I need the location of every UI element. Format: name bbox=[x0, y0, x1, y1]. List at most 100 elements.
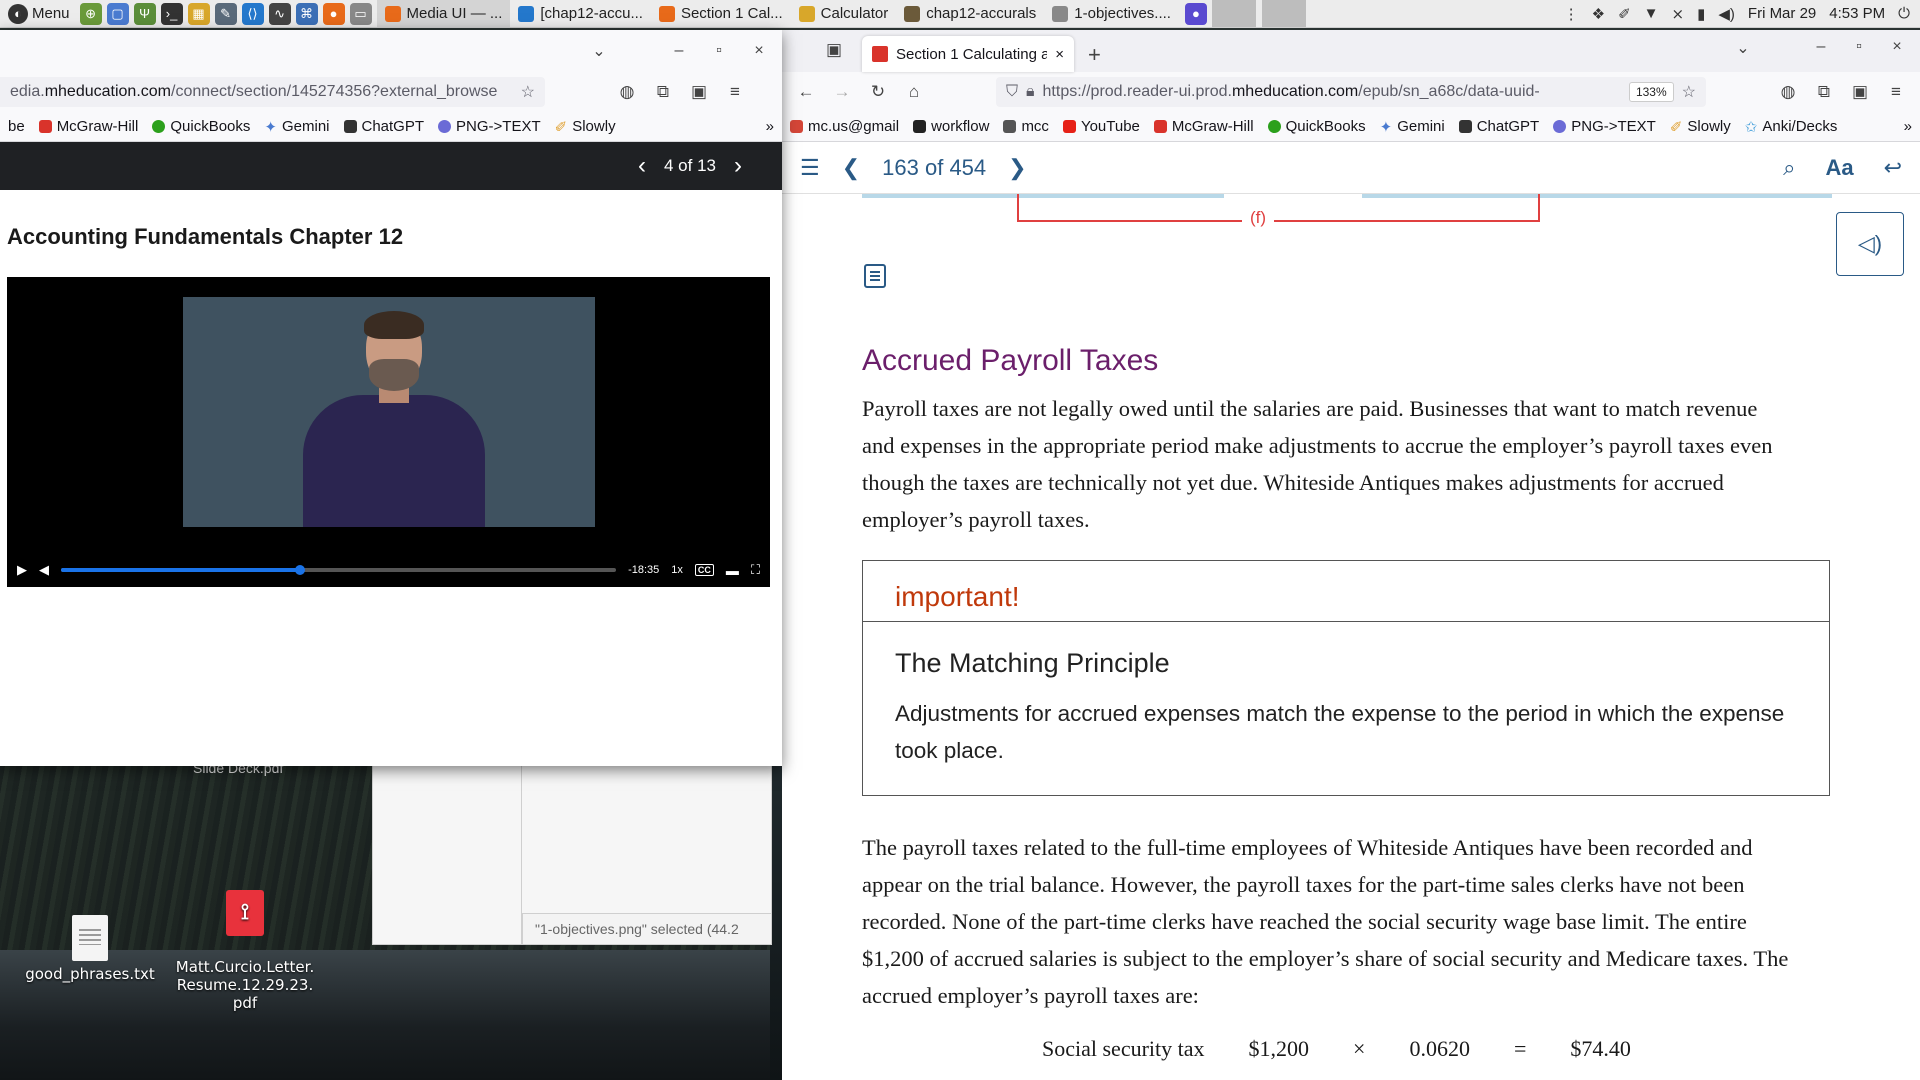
minimize-button[interactable]: – bbox=[1804, 38, 1838, 58]
terminal-icon[interactable]: ›_ bbox=[160, 2, 183, 25]
bookmark-anki[interactable]: ✩ Anki/Decks bbox=[1745, 118, 1838, 136]
bookmark-mcgraw-hill[interactable]: McGraw-Hill bbox=[38, 118, 138, 135]
note-icon[interactable] bbox=[864, 264, 886, 288]
video-player[interactable]: ▶ ◀ -18:35 1x CC ▬ ⛶ bbox=[7, 277, 770, 587]
return-icon[interactable]: ↩ bbox=[1884, 155, 1902, 181]
extension-icon[interactable]: ◍ bbox=[613, 82, 641, 102]
back-icon[interactable]: ← bbox=[792, 82, 820, 102]
new-tab-button[interactable]: + bbox=[1088, 42, 1101, 68]
next-page-icon[interactable]: ❯ bbox=[1008, 155, 1026, 181]
system-monitor-icon[interactable]: ∿ bbox=[268, 2, 291, 25]
workspace-switcher-1[interactable] bbox=[1211, 0, 1256, 27]
previous-slide-icon[interactable]: ‹ bbox=[638, 152, 646, 180]
closed-captions-button[interactable]: CC bbox=[694, 564, 714, 576]
launcher-window-icon[interactable]: ▢ bbox=[106, 2, 129, 25]
bluetooth-off-icon[interactable]: ⨯ bbox=[1672, 5, 1685, 23]
bookmark-png-text[interactable]: PNG->TEXT bbox=[438, 118, 541, 135]
pen-icon[interactable]: ✐ bbox=[1618, 5, 1631, 23]
bookmark-youtube[interactable]: YouTube bbox=[1062, 118, 1140, 135]
puzzle-icon[interactable]: ⧉ bbox=[1810, 82, 1838, 102]
launcher-app-icon[interactable]: Ψ bbox=[133, 2, 156, 25]
clock-time[interactable]: 4:53 PM bbox=[1829, 5, 1885, 22]
volume-icon[interactable]: ◀) bbox=[1718, 5, 1735, 23]
extension-badge-icon[interactable]: ▣ bbox=[685, 82, 713, 102]
list-tabs-icon[interactable]: ⌄ bbox=[582, 41, 616, 61]
bookmark-star-icon[interactable]: ☆ bbox=[521, 82, 535, 102]
taskbar-button-section-1[interactable]: Section 1 Cal... bbox=[651, 0, 791, 27]
workspace-switcher-2[interactable] bbox=[1261, 0, 1306, 27]
desktop-icon-resume-pdf[interactable]: ⟟ Matt.Curcio.Letter. Resume.12.29.23. p… bbox=[175, 872, 315, 1012]
close-tab-icon[interactable]: × bbox=[1055, 46, 1064, 63]
volume-icon[interactable]: ◀ bbox=[39, 562, 49, 578]
minimize-button[interactable]: – bbox=[662, 42, 696, 60]
left-url-bar[interactable]: edia.mheducation.com/connect/section/145… bbox=[0, 77, 545, 107]
taskbar-button-chap12-accurals[interactable]: chap12-accurals bbox=[896, 0, 1044, 27]
files-icon[interactable]: ▭ bbox=[349, 2, 372, 25]
calculator-icon[interactable]: ▦ bbox=[187, 2, 210, 25]
zoom-level-badge[interactable]: 133% bbox=[1628, 82, 1674, 102]
puzzle-icon[interactable]: ⧉ bbox=[649, 82, 677, 102]
close-window-button[interactable]: × bbox=[1880, 38, 1914, 58]
search-icon[interactable]: ⌕ bbox=[1783, 155, 1795, 181]
taskbar-button-calculator[interactable]: Calculator bbox=[791, 0, 897, 27]
more-icon[interactable]: ⋮ bbox=[1564, 5, 1579, 23]
taskbar-button-media-ui[interactable]: Media UI — ... bbox=[376, 0, 511, 27]
bookmark-chatgpt[interactable]: ChatGPT bbox=[1458, 118, 1539, 135]
next-slide-icon[interactable]: › bbox=[734, 152, 742, 180]
workspace-thumb-icon[interactable]: ● bbox=[1184, 2, 1207, 25]
font-settings-button[interactable]: Aa bbox=[1825, 155, 1853, 181]
desktop-icon-good-phrases[interactable]: good_phrases.txt bbox=[20, 915, 160, 983]
extension-badge-icon[interactable]: ▣ bbox=[1846, 82, 1874, 102]
bookmark-png-text[interactable]: PNG->TEXT bbox=[1553, 118, 1656, 135]
video-frame[interactable] bbox=[183, 297, 595, 527]
power-icon[interactable]: ⏻ bbox=[1898, 5, 1910, 22]
taskbar-button-chap12[interactable]: [chap12-accu... bbox=[510, 0, 651, 27]
read-aloud-button[interactable]: ◁) bbox=[1836, 212, 1904, 276]
play-icon[interactable]: ▶ bbox=[17, 562, 27, 578]
reload-icon[interactable]: ↻ bbox=[864, 82, 892, 102]
fullscreen-icon[interactable]: ⛶ bbox=[751, 562, 760, 578]
bookmark-quickbooks[interactable]: QuickBooks bbox=[1267, 118, 1366, 135]
maximize-button[interactable]: ▫ bbox=[702, 42, 736, 60]
close-window-button[interactable]: × bbox=[742, 42, 776, 60]
home-icon[interactable]: ⌂ bbox=[900, 82, 928, 102]
text-editor-icon[interactable]: ✎ bbox=[214, 2, 237, 25]
bookmark-slowly[interactable]: ✐ Slowly bbox=[1670, 118, 1731, 136]
app-menu-icon[interactable]: ≡ bbox=[1882, 82, 1910, 102]
bookmark-mcgraw-hill[interactable]: McGraw-Hill bbox=[1153, 118, 1254, 135]
dropbox-icon[interactable]: ❖ bbox=[1592, 5, 1605, 23]
app-menu-icon[interactable]: ≡ bbox=[721, 82, 749, 102]
bookmark-gemini[interactable]: ✦ Gemini bbox=[1380, 118, 1445, 136]
tab-overview-icon[interactable]: ▣ bbox=[820, 40, 848, 60]
menu-button[interactable]: ◐ Menu bbox=[0, 3, 80, 24]
bookmark-workflow[interactable]: workflow bbox=[913, 118, 989, 135]
bookmark-quickbooks[interactable]: QuickBooks bbox=[152, 118, 250, 135]
playback-speed-button[interactable]: 1x bbox=[671, 564, 683, 576]
network-icon[interactable]: ⌘ bbox=[295, 2, 318, 25]
list-tabs-icon[interactable]: ⌄ bbox=[1726, 38, 1760, 58]
tab-section-1[interactable]: Section 1 Calculating a × bbox=[862, 36, 1074, 72]
bookmark-slowly[interactable]: ✐ Slowly bbox=[555, 118, 616, 136]
bookmarks-overflow-icon[interactable]: » bbox=[1904, 118, 1912, 135]
url-bar[interactable]: ⛉ 🔒︎ https://prod.reader-ui.prod.mheduca… bbox=[996, 77, 1706, 107]
video-progress-knob[interactable] bbox=[294, 565, 305, 575]
taskbar-button-objectives[interactable]: 1-objectives.... bbox=[1044, 0, 1179, 27]
battery-icon[interactable]: ▮ bbox=[1697, 5, 1705, 23]
previous-page-icon[interactable]: ❮ bbox=[842, 155, 860, 181]
clock-date[interactable]: Fri Mar 29 bbox=[1748, 5, 1816, 22]
subtitles-icon[interactable]: ▬ bbox=[726, 563, 739, 578]
maximize-button[interactable]: ▫ bbox=[1842, 38, 1876, 58]
extension-icon[interactable]: ◍ bbox=[1774, 82, 1802, 102]
wifi-icon[interactable]: ▼ bbox=[1644, 5, 1659, 22]
bookmark-mcc[interactable]: mcc bbox=[1003, 118, 1049, 135]
vscode-icon[interactable]: ⟨⟩ bbox=[241, 2, 264, 25]
bookmarks-overflow-icon[interactable]: » bbox=[766, 118, 774, 135]
firefox-icon[interactable]: ● bbox=[322, 2, 345, 25]
bookmark-chatgpt[interactable]: ChatGPT bbox=[343, 118, 424, 135]
table-of-contents-icon[interactable]: ☰ bbox=[800, 155, 820, 181]
bookmark-partial[interactable]: be bbox=[8, 118, 25, 135]
bookmark-gmail[interactable]: mc.us@gmail bbox=[790, 118, 899, 135]
bookmark-gemini[interactable]: ✦ Gemini bbox=[264, 118, 329, 136]
bookmark-star-icon[interactable]: ☆ bbox=[1682, 82, 1696, 102]
video-progress-bar[interactable] bbox=[61, 565, 617, 575]
